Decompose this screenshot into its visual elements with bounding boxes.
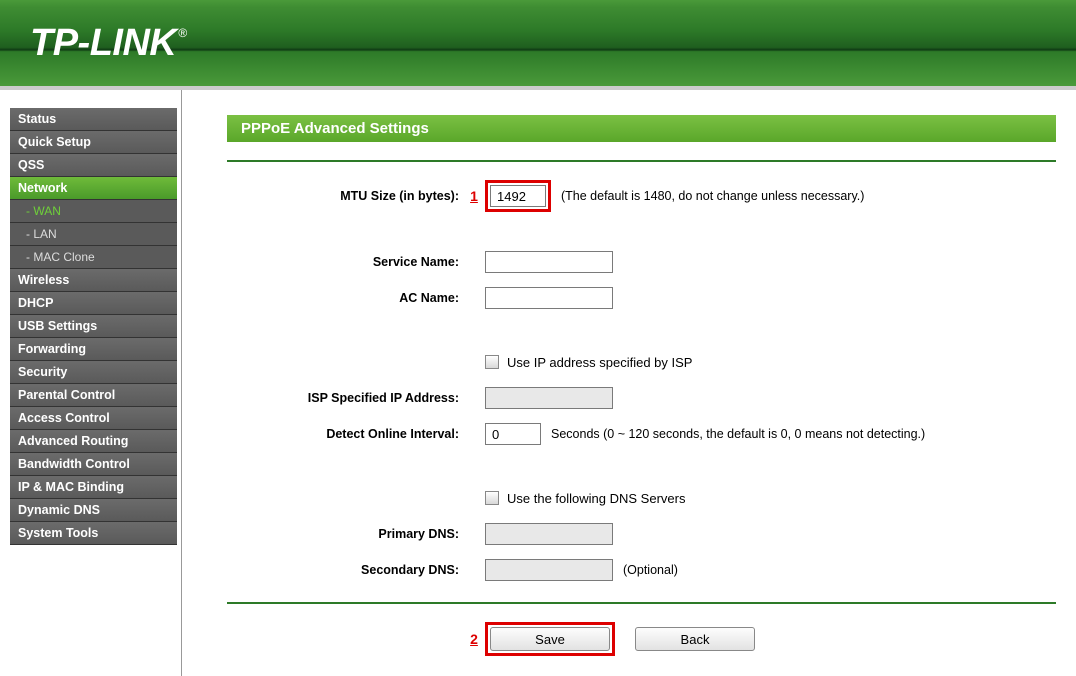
sidebar-item-ip-mac-binding[interactable]: IP & MAC Binding bbox=[10, 476, 177, 499]
isp-ip-label: ISP Specified IP Address: bbox=[227, 391, 467, 405]
sidebar-item-system-tools[interactable]: System Tools bbox=[10, 522, 177, 545]
sidebar-item-usb-settings[interactable]: USB Settings bbox=[10, 315, 177, 338]
row-use-dns: Use the following DNS Servers bbox=[227, 484, 1056, 512]
ac-name-input[interactable] bbox=[485, 287, 613, 309]
secondary-dns-hint: (Optional) bbox=[623, 563, 678, 577]
sidebar: Status Quick Setup QSS Network - WAN - L… bbox=[0, 90, 182, 676]
mtu-hint: (The default is 1480, do not change unle… bbox=[561, 189, 864, 203]
sidebar-item-parental-control[interactable]: Parental Control bbox=[10, 384, 177, 407]
back-button[interactable]: Back bbox=[635, 627, 755, 651]
use-isp-ip-checkbox[interactable] bbox=[485, 355, 499, 369]
mtu-input[interactable] bbox=[490, 185, 546, 207]
sidebar-item-wireless[interactable]: Wireless bbox=[10, 269, 177, 292]
use-isp-ip-label: Use IP address specified by ISP bbox=[507, 355, 692, 370]
row-use-isp-ip: Use IP address specified by ISP bbox=[227, 348, 1056, 376]
sidebar-item-status[interactable]: Status bbox=[10, 108, 177, 131]
detect-interval-input[interactable] bbox=[485, 423, 541, 445]
annotation-2: 2 bbox=[467, 631, 481, 647]
service-name-label: Service Name: bbox=[227, 255, 467, 269]
brand-text: TP-LINK bbox=[30, 22, 176, 65]
use-dns-label: Use the following DNS Servers bbox=[507, 491, 685, 506]
sidebar-item-forwarding[interactable]: Forwarding bbox=[10, 338, 177, 361]
main-panel: PPPoE Advanced Settings MTU Size (in byt… bbox=[182, 90, 1076, 676]
row-mtu: MTU Size (in bytes): 1 (The default is 1… bbox=[227, 180, 1056, 212]
sidebar-item-advanced-routing[interactable]: Advanced Routing bbox=[10, 430, 177, 453]
row-isp-ip: ISP Specified IP Address: bbox=[227, 384, 1056, 412]
sidebar-item-bandwidth-control[interactable]: Bandwidth Control bbox=[10, 453, 177, 476]
primary-dns-label: Primary DNS: bbox=[227, 527, 467, 541]
primary-dns-input bbox=[485, 523, 613, 545]
header: TP-LINK® bbox=[0, 0, 1076, 90]
button-row: 2 Save Back bbox=[227, 622, 1056, 656]
secondary-dns-label: Secondary DNS: bbox=[227, 563, 467, 577]
highlight-save: Save bbox=[485, 622, 615, 656]
save-button[interactable]: Save bbox=[490, 627, 610, 651]
sidebar-sub-mac-clone[interactable]: - MAC Clone bbox=[10, 246, 177, 269]
sidebar-item-security[interactable]: Security bbox=[10, 361, 177, 384]
content: Status Quick Setup QSS Network - WAN - L… bbox=[0, 90, 1076, 676]
page-title: PPPoE Advanced Settings bbox=[227, 115, 1056, 142]
sidebar-item-qss[interactable]: QSS bbox=[10, 154, 177, 177]
sidebar-item-access-control[interactable]: Access Control bbox=[10, 407, 177, 430]
isp-ip-input bbox=[485, 387, 613, 409]
divider bbox=[227, 160, 1056, 162]
detect-interval-hint: Seconds (0 ~ 120 seconds, the default is… bbox=[551, 427, 925, 441]
highlight-mtu bbox=[485, 180, 551, 212]
sidebar-item-dynamic-dns[interactable]: Dynamic DNS bbox=[10, 499, 177, 522]
sidebar-sub-wan[interactable]: - WAN bbox=[10, 200, 177, 223]
sidebar-item-dhcp[interactable]: DHCP bbox=[10, 292, 177, 315]
service-name-input[interactable] bbox=[485, 251, 613, 273]
sidebar-sub-lan[interactable]: - LAN bbox=[10, 223, 177, 246]
ac-name-label: AC Name: bbox=[227, 291, 467, 305]
row-secondary-dns: Secondary DNS: (Optional) bbox=[227, 556, 1056, 584]
secondary-dns-input bbox=[485, 559, 613, 581]
row-ac-name: AC Name: bbox=[227, 284, 1056, 312]
brand-logo: TP-LINK® bbox=[30, 22, 187, 65]
row-primary-dns: Primary DNS: bbox=[227, 520, 1056, 548]
use-dns-checkbox[interactable] bbox=[485, 491, 499, 505]
mtu-label: MTU Size (in bytes): bbox=[227, 189, 467, 203]
annotation-1: 1 bbox=[467, 188, 481, 204]
registered-icon: ® bbox=[178, 26, 186, 40]
sidebar-item-quick-setup[interactable]: Quick Setup bbox=[10, 131, 177, 154]
row-detect-interval: Detect Online Interval: Seconds (0 ~ 120… bbox=[227, 420, 1056, 448]
row-service-name: Service Name: bbox=[227, 248, 1056, 276]
detect-interval-label: Detect Online Interval: bbox=[227, 427, 467, 441]
sidebar-item-network[interactable]: Network bbox=[10, 177, 177, 200]
